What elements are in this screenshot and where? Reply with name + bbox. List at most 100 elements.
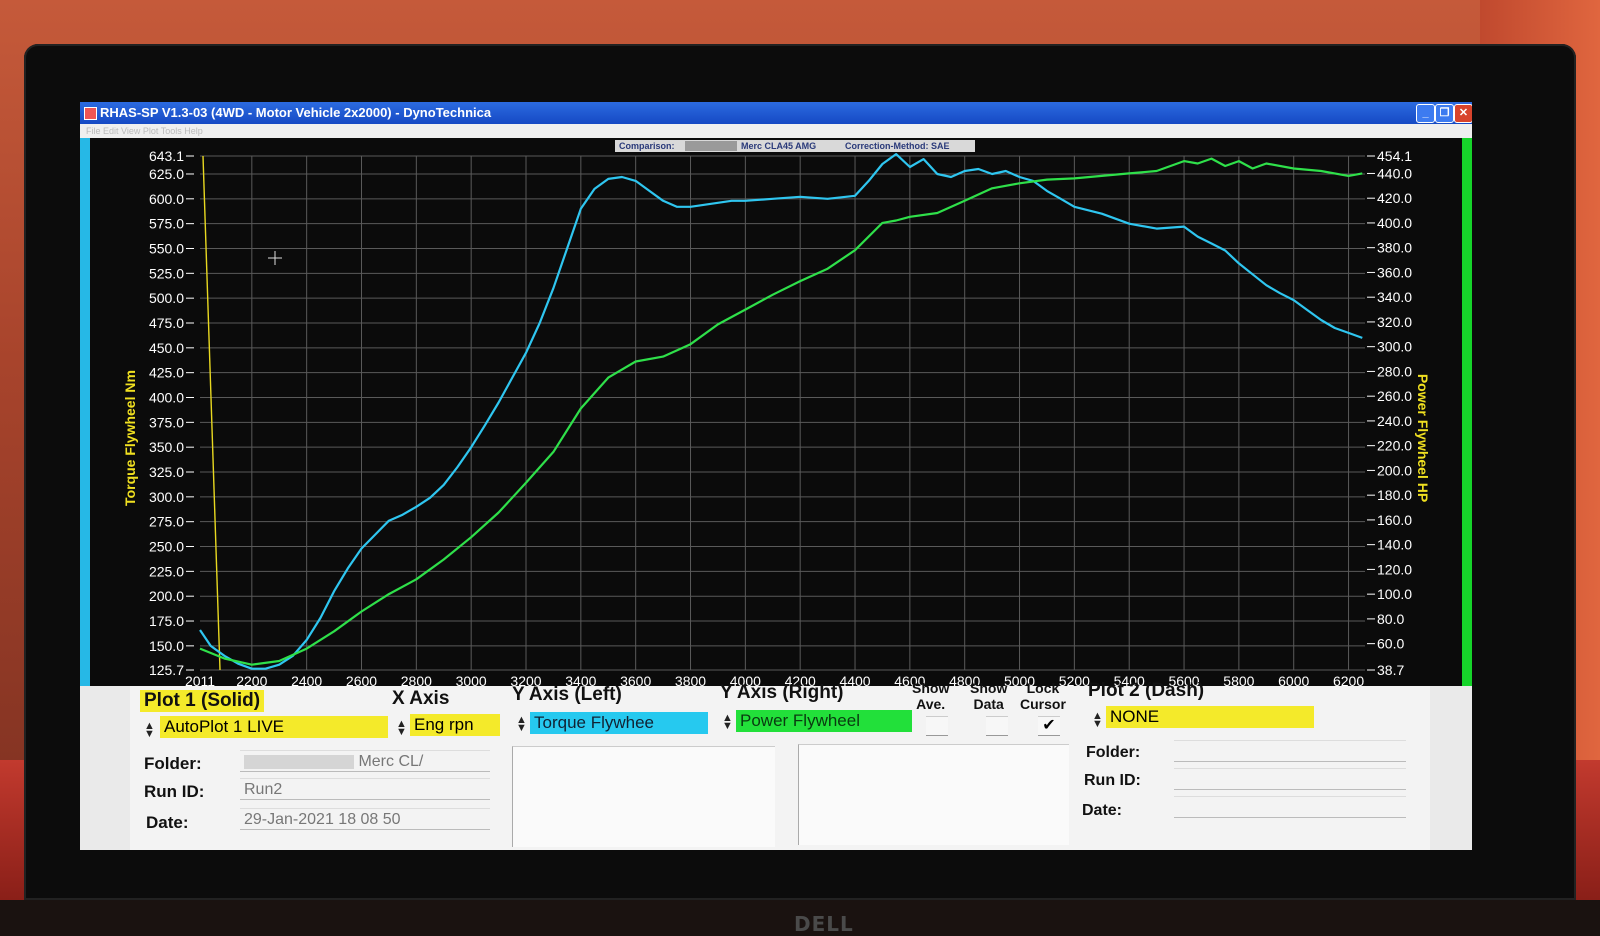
app-icon (84, 107, 97, 120)
y-left-tick-label: 200.0 (149, 588, 184, 604)
y-left-tick-label: 643.1 (149, 148, 184, 164)
app-window: RHAS-SP V1.3-03 (4WD - Motor Vehicle 2x2… (80, 102, 1472, 850)
yaxis-left-heading: Y Axis (Left) (512, 684, 622, 705)
y-left-tick-label: 300.0 (149, 489, 184, 505)
control-panel: Plot 1 (Solid) ▲ ▼ AutoPlot 1 LIVE Folder… (130, 680, 1430, 850)
y-left-tick-label: 425.0 (149, 365, 184, 381)
y-right-tick-label: 280.0 (1377, 363, 1412, 379)
maximize-button[interactable]: ❐ (1435, 104, 1454, 123)
y-right-tick-label: 400.0 (1377, 215, 1412, 231)
minimize-button[interactable]: _ (1416, 104, 1435, 123)
y-right-tick-label: 240.0 (1377, 413, 1412, 429)
y-right-tick-label: 420.0 (1377, 190, 1412, 206)
plot1-runid-label: Run ID: (144, 782, 205, 801)
y-right-tick-label: 60.0 (1377, 636, 1404, 652)
show-ave-line2: Ave. (916, 696, 946, 712)
comparison-bar: Comparison: Merc CLA45 AMG Correction-Me… (615, 140, 975, 152)
plot1-spinner[interactable]: ▲ ▼ (144, 721, 155, 740)
monitor-brand-logo: DELL (794, 912, 854, 936)
show-data-line1: Show (970, 680, 1008, 696)
y-right-tick-label: 120.0 (1377, 561, 1412, 577)
y-left-tick-label: 450.0 (149, 340, 184, 356)
plot2-heading: Plot 2 (Dash) (1088, 680, 1205, 701)
y-left-tick-label: 325.0 (149, 464, 184, 480)
y-left-tick-label: 575.0 (149, 216, 184, 232)
plot2-select[interactable]: NONE (1106, 706, 1314, 728)
y-left-tick-label: 175.0 (149, 613, 184, 629)
y-right-tick-label: 300.0 (1377, 339, 1412, 355)
show-data-label: Show Data (970, 680, 1007, 712)
yaxis-left-spinner[interactable]: ▲ ▼ (516, 715, 527, 734)
y-left-tick-label: 525.0 (149, 265, 184, 281)
menu-bar[interactable]: File Edit View Plot Tools Help (80, 124, 1472, 138)
y-left-tick-label: 350.0 (149, 439, 184, 455)
yaxis-left-select[interactable]: Torque Flywhee (530, 712, 708, 734)
power-series-line (199, 157, 1363, 666)
y-right-tick-label: 80.0 (1377, 611, 1404, 627)
comparison-label: Comparison: (619, 141, 675, 151)
x-tick-label: 2200 (236, 673, 267, 686)
y-right-tick-label: 220.0 (1377, 438, 1412, 454)
plot1-folder-field[interactable]: Merc CL/ (240, 750, 490, 772)
x-tick-label: 3800 (675, 673, 706, 686)
y-right-tick-label: 100.0 (1377, 586, 1412, 602)
y-right-tick-label: 260.0 (1377, 388, 1412, 404)
plot2-runid-label: Run ID: (1084, 772, 1141, 789)
lock-cursor-label: Lock Cursor (1020, 680, 1066, 712)
y-left-tick-label: 550.0 (149, 240, 184, 256)
y-right-tick-label: 38.7 (1377, 662, 1404, 678)
plot1-select[interactable]: AutoPlot 1 LIVE (160, 716, 388, 738)
y-right-tick-label: 160.0 (1377, 512, 1412, 528)
lock-cursor-checkbox[interactable]: ✔ (1038, 716, 1060, 736)
x-tick-label: 2400 (291, 673, 322, 686)
x-tick-label: 4400 (839, 673, 870, 686)
plot1-notes-panel (512, 746, 775, 847)
plot1-heading: Plot 1 (Solid) (140, 690, 265, 712)
plot1-folder-label: Folder: (144, 754, 202, 773)
x-tick-label: 2011 (185, 673, 215, 686)
plot2-notes-panel (798, 744, 1069, 845)
y-right-tick-label: 320.0 (1377, 314, 1412, 330)
comparison-redacted (685, 141, 737, 151)
x-tick-label: 2600 (346, 673, 377, 686)
y-left-tick-label: 225.0 (149, 563, 184, 579)
yaxis-right-spinner[interactable]: ▲ ▼ (722, 713, 733, 732)
y-left-tick-label: 250.0 (149, 539, 184, 555)
yaxis-right-select[interactable]: Power Flywheel (736, 710, 912, 732)
xaxis-heading: X Axis (392, 688, 450, 709)
y-right-tick-label: 380.0 (1377, 240, 1412, 256)
plot2-spinner[interactable]: ▲ ▼ (1092, 711, 1103, 730)
plot-area[interactable]: 2011 2200 2400 2600 2800 3000 3200 3400 3600 3800… (80, 138, 1472, 686)
x-tick-label: 2800 (401, 673, 432, 686)
y-left-tick-label: 475.0 (149, 315, 184, 331)
correction-method: Correction-Method: SAE (845, 141, 950, 151)
x-tick-label: 5800 (1223, 673, 1254, 686)
x-tick-label: 6000 (1278, 673, 1309, 686)
plot1-date-field[interactable]: 29-Jan-2021 18 08 50 (240, 808, 490, 830)
plot1-folder-value: Merc CL/ (358, 753, 424, 770)
y-right-tick-label: 440.0 (1377, 165, 1412, 181)
y-left-tick-label: 625.0 (149, 166, 184, 182)
show-data-checkbox[interactable] (986, 716, 1008, 736)
close-button[interactable]: ✕ (1454, 104, 1472, 123)
show-ave-line1: Show (912, 680, 950, 696)
y-right-tick-label: 360.0 (1377, 264, 1412, 280)
comparison-vehicle: Merc CLA45 AMG (741, 141, 817, 151)
plot2-folder-field[interactable] (1174, 740, 1406, 762)
plot2-runid-field[interactable] (1174, 768, 1406, 790)
y-right-axis-title: Power Flywheel HP (1415, 374, 1431, 502)
title-bar: RHAS-SP V1.3-03 (4WD - Motor Vehicle 2x2… (80, 102, 1472, 124)
show-ave-checkbox[interactable] (926, 716, 948, 736)
dyno-chart[interactable]: 2011 2200 2400 2600 2800 3000 3200 3400 3600 3800… (80, 138, 1472, 686)
plot1-runid-field[interactable]: Run2 (240, 778, 490, 800)
xaxis-select[interactable]: Eng rpn (410, 714, 500, 736)
lock-cursor-line2: Cursor (1020, 696, 1066, 712)
plot2-folder-label: Folder: (1086, 744, 1141, 761)
y-left-tick-label: 375.0 (149, 414, 184, 430)
plot2-date-field[interactable] (1174, 796, 1406, 818)
y-left-tick-label: 600.0 (149, 191, 184, 207)
y-right-tick-label: 454.1 (1377, 148, 1412, 164)
xaxis-spinner[interactable]: ▲ ▼ (396, 719, 407, 738)
y-right-tick-label: 140.0 (1377, 537, 1412, 553)
show-data-line2: Data (973, 696, 1004, 712)
